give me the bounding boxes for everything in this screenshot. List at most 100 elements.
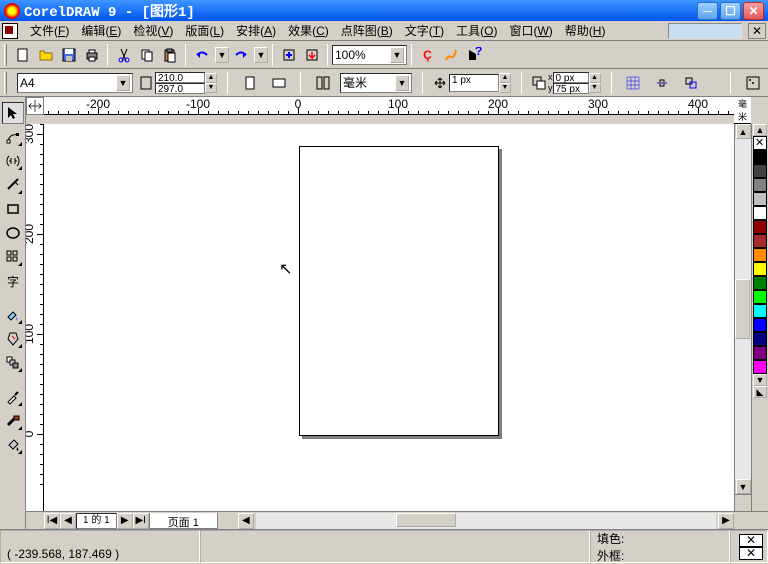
menu-h[interactable]: 帮助(H)	[559, 20, 612, 41]
scroll-right-button[interactable]: ▶	[718, 513, 734, 529]
snap-grid-button[interactable]	[622, 72, 645, 94]
scroll-down-button[interactable]: ▼	[736, 479, 751, 494]
units-combo[interactable]: 毫米 ▼	[340, 73, 412, 93]
redo-dropdown[interactable]: ▼	[254, 47, 268, 63]
page-tab[interactable]: 页面 1	[149, 513, 218, 529]
menu-a[interactable]: 安排(A)	[230, 20, 282, 41]
columns-button[interactable]	[311, 72, 334, 94]
pick-tool[interactable]	[2, 102, 24, 124]
dup-spin-up[interactable]: ▲	[589, 73, 601, 83]
next-page-button[interactable]: ▶	[117, 513, 133, 529]
undo-dropdown[interactable]: ▼	[215, 47, 229, 63]
drawing-canvas[interactable]: ↖	[44, 124, 734, 511]
color-swatch[interactable]	[753, 192, 767, 206]
nudge-value[interactable]: 1 px	[449, 74, 499, 92]
ruler-origin[interactable]	[26, 97, 44, 115]
color-swatch[interactable]	[753, 304, 767, 318]
dup-x[interactable]: 0 px	[553, 72, 589, 83]
dim-spin-down[interactable]: ▼	[205, 83, 217, 93]
whats-this-button[interactable]: ?	[462, 44, 485, 66]
color-swatch[interactable]	[753, 150, 767, 164]
color-swatch[interactable]	[753, 290, 767, 304]
menu-f[interactable]: 文件(F)	[24, 20, 75, 41]
app-launcher-button[interactable]: Ç	[416, 44, 439, 66]
rectangle-tool[interactable]	[2, 198, 24, 220]
drawing-page[interactable]	[299, 146, 499, 436]
color-swatch[interactable]	[753, 248, 767, 262]
copy-button[interactable]	[135, 44, 158, 66]
print-button[interactable]	[80, 44, 103, 66]
interactive-fill-tool[interactable]	[2, 304, 24, 326]
dup-y[interactable]: 75 px	[553, 83, 589, 94]
color-swatch[interactable]	[753, 178, 767, 192]
outline-tool[interactable]	[2, 410, 24, 432]
color-swatch[interactable]	[753, 332, 767, 346]
undo-button[interactable]	[190, 44, 213, 66]
minimize-button[interactable]: ─	[697, 2, 718, 20]
freehand-tool[interactable]	[2, 174, 24, 196]
shape-tool[interactable]	[2, 126, 24, 148]
paste-button[interactable]	[158, 44, 181, 66]
text-tool[interactable]: 字	[2, 270, 24, 292]
polygon-tool[interactable]	[2, 246, 24, 268]
snap-guides-button[interactable]	[651, 72, 674, 94]
palette-up-button[interactable]: ▲	[753, 124, 767, 136]
paper-size-combo[interactable]: A4 ▼	[17, 73, 133, 93]
vertical-ruler[interactable]: 0100200300	[26, 124, 44, 511]
last-page-button[interactable]: ▶I	[133, 513, 149, 529]
h-scroll-track[interactable]	[256, 513, 716, 529]
v-scroll-track[interactable]	[735, 139, 751, 479]
close-button[interactable]: ✕	[743, 2, 764, 20]
first-page-button[interactable]: I◀	[44, 513, 60, 529]
zoom-combo[interactable]: 100% ▼	[332, 45, 407, 65]
menu-v[interactable]: 检视(V)	[127, 20, 179, 41]
export-button[interactable]	[300, 44, 323, 66]
dup-spin-down[interactable]: ▼	[589, 83, 601, 93]
menu-o[interactable]: 工具(O)	[450, 20, 503, 41]
zoom-tool[interactable]	[2, 150, 24, 172]
menu-w[interactable]: 窗口(W)	[503, 20, 558, 41]
open-button[interactable]	[34, 44, 57, 66]
horizontal-ruler[interactable]: -200-1000100200300400	[44, 97, 734, 115]
color-swatch[interactable]	[753, 220, 767, 234]
outline-swatch-icon[interactable]	[739, 547, 763, 560]
menu-c[interactable]: 效果(C)	[282, 20, 335, 41]
prev-page-button[interactable]: ◀	[60, 513, 76, 529]
color-swatch[interactable]	[753, 276, 767, 290]
color-swatch[interactable]	[753, 318, 767, 332]
interactive-transparency-tool[interactable]	[2, 328, 24, 350]
propbar-grip[interactable]	[4, 72, 7, 94]
menu-l[interactable]: 版面(L)	[179, 20, 230, 41]
vertical-scrollbar[interactable]: ▲ ▼	[734, 124, 751, 511]
color-swatch[interactable]	[753, 206, 767, 220]
color-swatch[interactable]	[753, 234, 767, 248]
color-swatch[interactable]	[753, 360, 767, 374]
redo-button[interactable]	[229, 44, 252, 66]
fill-tool[interactable]	[2, 434, 24, 456]
menu-e[interactable]: 编辑(E)	[75, 20, 127, 41]
h-scroll-thumb[interactable]	[396, 513, 456, 527]
paper-dropdown[interactable]: ▼	[116, 75, 130, 91]
maximize-button[interactable]: ☐	[720, 2, 741, 20]
scroll-up-button[interactable]: ▲	[736, 124, 751, 139]
fill-indicators[interactable]	[730, 530, 768, 563]
zoom-dropdown[interactable]: ▼	[390, 47, 404, 63]
menu-b[interactable]: 点阵图(B)	[335, 20, 399, 41]
nudge-spin-down[interactable]: ▼	[499, 83, 511, 93]
import-button[interactable]	[277, 44, 300, 66]
ellipse-tool[interactable]	[2, 222, 24, 244]
cut-button[interactable]	[112, 44, 135, 66]
portrait-button[interactable]	[238, 72, 261, 94]
landscape-button[interactable]	[267, 72, 290, 94]
dim-spin-up[interactable]: ▲	[205, 73, 217, 83]
nudge-spin-up[interactable]: ▲	[499, 73, 511, 83]
palette-fly-button[interactable]: ◣	[753, 386, 767, 398]
snap-objects-button[interactable]	[680, 72, 703, 94]
eyedropper-tool[interactable]	[2, 386, 24, 408]
scroll-left-button[interactable]: ◀	[238, 513, 254, 529]
units-dropdown[interactable]: ▼	[395, 75, 409, 91]
toolbar-grip[interactable]	[4, 44, 7, 66]
color-swatch[interactable]	[753, 346, 767, 360]
doc-close-button[interactable]: ✕	[748, 23, 766, 39]
menu-t[interactable]: 文字(T)	[399, 20, 450, 41]
